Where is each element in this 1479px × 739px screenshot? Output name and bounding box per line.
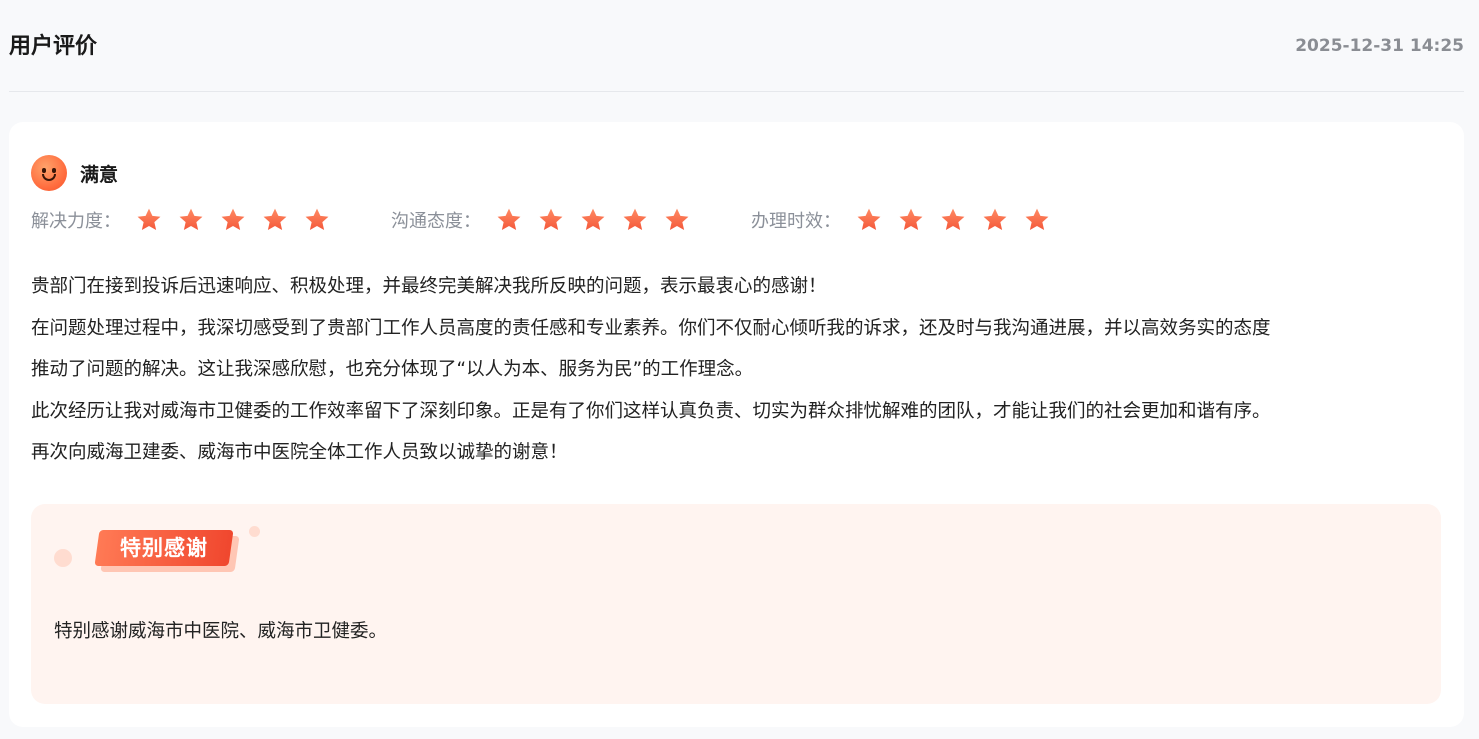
comment-line: 此次经历让我对威海市卫健委的工作效率留下了深刻印象。正是有了你们这样认真负责、切… <box>31 400 1271 422</box>
special-thanks-text: 特别感谢威海市中医院、威海市卫健委。 <box>54 621 388 642</box>
star-icon <box>981 206 1009 234</box>
score-label: 解决力度： <box>31 211 121 232</box>
comment-line: 贵部门在接到投诉后迅速响应、积极处理，并最终完美解决我所反映的问题，表示最衷心的… <box>31 276 827 297</box>
score-timeliness: 办理时效： <box>751 206 1065 234</box>
star-icon <box>897 206 925 234</box>
star-icon <box>939 206 967 234</box>
star-rating <box>135 206 345 234</box>
review-comment: 贵部门在接到投诉后迅速响应、积极处理，并最终完美解决我所反映的问题，表示最衷心的… <box>31 266 1446 474</box>
star-icon <box>537 206 565 234</box>
smile-face-icon <box>31 155 67 191</box>
comment-line: 在问题处理过程中，我深切感受到了贵部门工作人员高度的责任感和专业素养。你们不仅耐… <box>31 317 1271 339</box>
star-icon <box>261 206 289 234</box>
comment-line: 推动了问题的解决。这让我深感欣慰，也充分体现了“以人为本、服务为民”的工作理念。 <box>31 359 754 380</box>
star-icon <box>579 206 607 234</box>
star-icon <box>495 206 523 234</box>
review-card: 满意 解决力度： 沟通态度： 办理时效： 贵部门在接到投诉后迅速响应、积极处理，… <box>9 122 1464 727</box>
star-icon <box>219 206 247 234</box>
star-icon <box>177 206 205 234</box>
score-resolution: 解决力度： <box>31 206 345 234</box>
decoration-dot <box>249 526 260 537</box>
satisfaction-label: 满意 <box>80 163 119 186</box>
special-thanks-badge: 特别感谢 <box>94 530 240 572</box>
page-header: 用户评价 2025-12-31 14:25 <box>9 0 1464 92</box>
comment-line: 再次向威海卫建委、威海市中医院全体工作人员致以诚挚的谢意！ <box>31 442 568 463</box>
satisfaction-row: 满意 <box>31 155 118 191</box>
star-icon <box>663 206 691 234</box>
star-icon <box>1023 206 1051 234</box>
star-rating <box>855 206 1065 234</box>
star-icon <box>135 206 163 234</box>
page-title: 用户评价 <box>9 34 98 59</box>
special-thanks-badge-label: 特别感谢 <box>120 536 208 560</box>
star-rating <box>495 206 705 234</box>
score-label: 沟通态度： <box>391 211 481 232</box>
score-communication: 沟通态度： <box>391 206 705 234</box>
review-timestamp: 2025-12-31 14:25 <box>1295 36 1464 56</box>
decoration-dot <box>54 549 72 567</box>
score-list: 解决力度： 沟通态度： 办理时效： <box>31 205 1111 235</box>
star-icon <box>621 206 649 234</box>
special-thanks-panel: 特别感谢 特别感谢威海市中医院、威海市卫健委。 <box>31 504 1441 704</box>
score-label: 办理时效： <box>751 211 841 232</box>
star-icon <box>855 206 883 234</box>
star-icon <box>303 206 331 234</box>
